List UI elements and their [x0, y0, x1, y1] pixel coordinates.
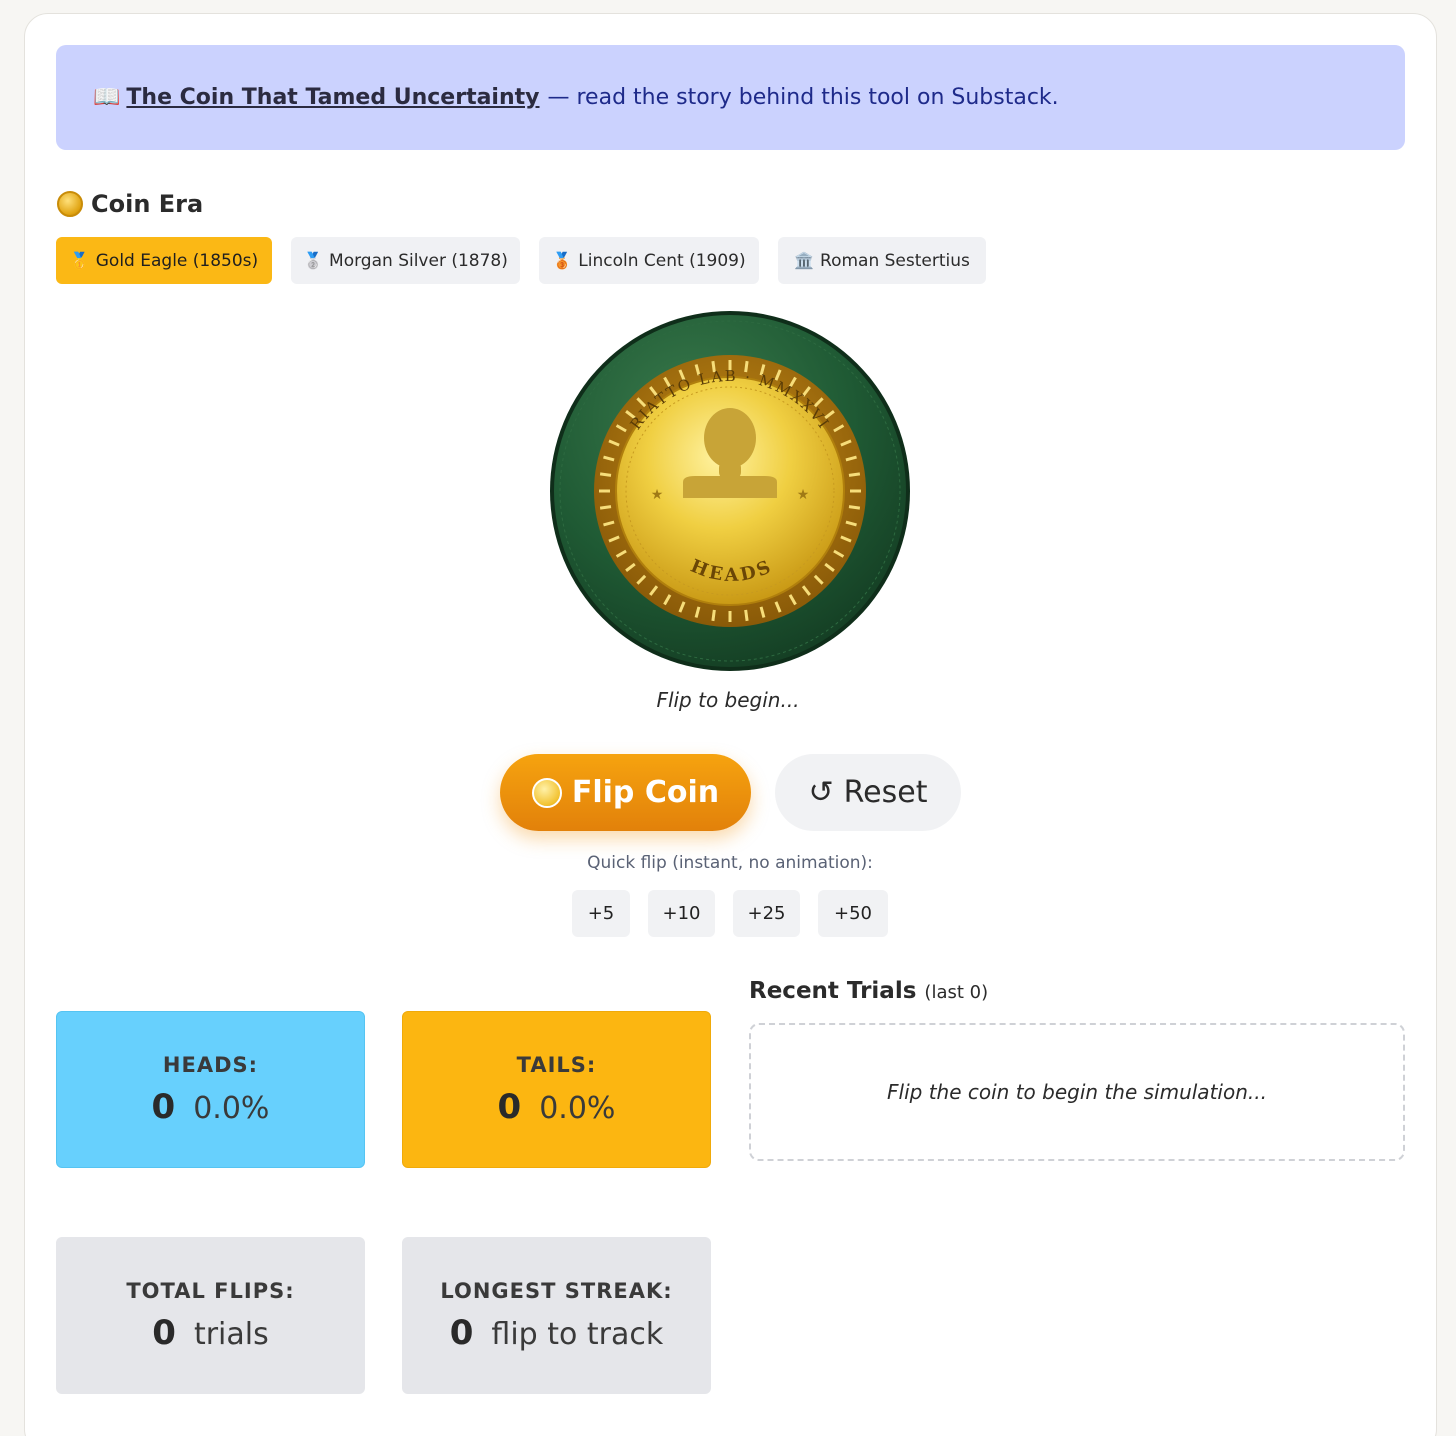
coin-icon — [531, 777, 562, 808]
longest-streak-count: 0 — [449, 1312, 474, 1353]
star-icon: ★ — [797, 487, 810, 503]
era-button-gold-eagle[interactable]: 🥇 Gold Eagle (1850s) — [56, 237, 272, 284]
coin-icon — [57, 191, 83, 217]
total-flips-label: TOTAL FLIPS: — [126, 1278, 295, 1303]
coin-era-title: Coin Era — [91, 190, 204, 218]
quick-flip-5-button[interactable]: +5 — [572, 890, 630, 937]
reset-button[interactable]: ↺ Reset — [775, 754, 961, 831]
coin-era-heading: Coin Era — [57, 190, 203, 218]
gold-medal-icon: 🥇 — [69, 251, 90, 270]
flip-coin-button[interactable]: Flip Coin — [500, 754, 751, 831]
rim-tick — [599, 472, 612, 477]
era-button-roman-sestertius[interactable]: 🏛️ Roman Sestertius — [778, 237, 986, 284]
heads-label: HEADS: — [162, 1052, 259, 1077]
era-button-label: Roman Sestertius — [820, 250, 970, 271]
era-button-label: Gold Eagle (1850s) — [95, 250, 259, 271]
longest-streak-label: LONGEST STREAK: — [440, 1278, 673, 1303]
heads-percent: 0.0% — [193, 1090, 270, 1126]
era-button-label: Morgan Silver (1878) — [329, 250, 508, 271]
story-link[interactable]: The Coin That Tamed Uncertainty — [126, 85, 539, 110]
coin-graphic: RIATTO LAB · MMXXVI ★ ★ HEADS — [550, 311, 910, 671]
quick-flip-25-button[interactable]: +25 — [733, 890, 800, 937]
quick-flip-50-button[interactable]: +50 — [818, 890, 888, 937]
book-icon: 📖 — [93, 85, 121, 110]
tails-label: TAILS: — [516, 1052, 597, 1077]
rim-tick — [848, 472, 861, 477]
era-button-lincoln-cent[interactable]: 🥉 Lincoln Cent (1909) — [539, 237, 759, 284]
era-button-label: Lincoln Cent (1909) — [578, 250, 746, 271]
tails-stat-card: TAILS: 0 0.0% — [402, 1011, 711, 1168]
recent-trials-list: Flip the coin to begin the simulation... — [749, 1023, 1405, 1161]
rim-tick — [744, 609, 749, 622]
longest-streak-card: LONGEST STREAK: 0 flip to track — [402, 1237, 711, 1394]
coin-status-caption: Flip to begin... — [656, 688, 800, 712]
total-flips-count: 0 — [152, 1312, 176, 1353]
coin-display[interactable]: RIATTO LAB · MMXXVI ★ ★ HEADS — [549, 310, 911, 672]
recent-trials-title: Recent Trials — [749, 978, 917, 1004]
total-flips-card: TOTAL FLIPS: 0 trials — [56, 1237, 365, 1394]
recent-trials-heading: Recent Trials (last 0) — [749, 978, 988, 1004]
flip-coin-label: Flip Coin — [571, 775, 720, 810]
reset-label: Reset — [843, 775, 928, 810]
story-banner: 📖 The Coin That Tamed Uncertainty — read… — [56, 45, 1405, 150]
quick-flip-label: Quick flip (instant, no animation): — [587, 853, 873, 873]
total-flips-unit: trials — [193, 1316, 269, 1352]
tails-percent: 0.0% — [539, 1090, 616, 1126]
longest-streak-unit: flip to track — [491, 1316, 664, 1352]
recent-trials-count: (last 0) — [924, 982, 989, 1003]
rim-tick — [848, 505, 861, 510]
silver-medal-icon: 🥈 — [303, 251, 324, 270]
heads-stat-card: HEADS: 0 0.0% — [56, 1011, 365, 1168]
era-button-morgan-silver[interactable]: 🥈 Morgan Silver (1878) — [291, 237, 520, 284]
bronze-medal-icon: 🥉 — [552, 251, 573, 270]
star-icon: ★ — [651, 487, 664, 503]
quick-flip-10-button[interactable]: +10 — [648, 890, 715, 937]
heads-count: 0 — [151, 1086, 176, 1127]
banner-text: — read the story behind this tool on Sub… — [547, 85, 1059, 110]
rim-tick — [599, 505, 612, 510]
recent-trials-empty-text: Flip the coin to begin the simulation... — [887, 1080, 1267, 1104]
temple-icon: 🏛️ — [794, 251, 815, 270]
main-card — [24, 13, 1437, 1436]
reset-icon: ↺ — [808, 775, 834, 810]
rim-tick — [711, 609, 716, 622]
tails-count: 0 — [497, 1086, 522, 1127]
